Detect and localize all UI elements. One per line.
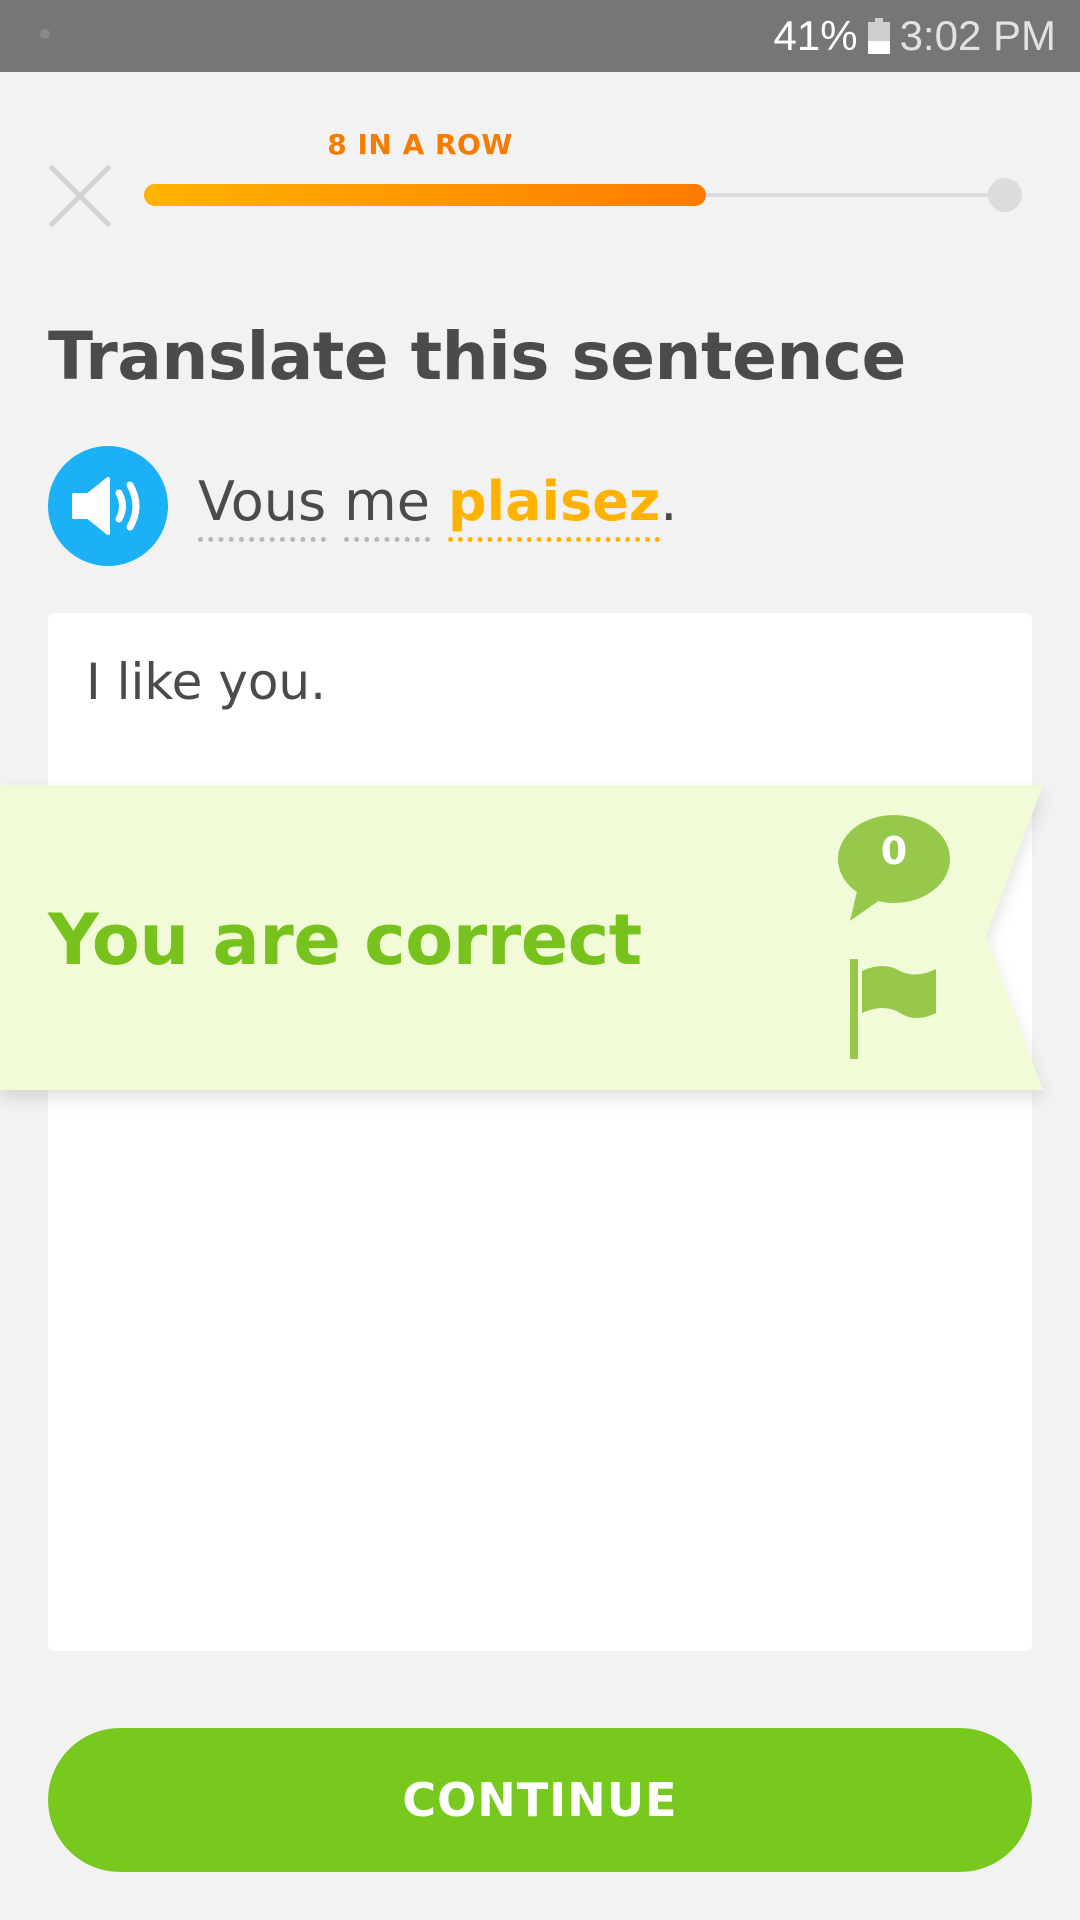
feedback-message: You are correct: [48, 899, 642, 981]
page-title: Translate this sentence: [48, 318, 906, 395]
status-time: 3:02 PM: [899, 12, 1056, 59]
play-audio-button[interactable]: [48, 446, 168, 566]
status-bar: 41% 3:02 PM: [0, 0, 1080, 72]
progress-end-marker: [988, 178, 1022, 212]
battery-icon: [867, 18, 890, 54]
discussion-count: 0: [880, 829, 908, 873]
correct-feedback-banner: You are correct 0: [0, 785, 1043, 1090]
continue-button[interactable]: CONTINUE: [48, 1728, 1032, 1872]
sentence-word-new[interactable]: plaisez: [447, 470, 661, 542]
source-sentence: Vous me plaisez .: [198, 470, 677, 542]
speaker-icon: [72, 477, 140, 535]
status-right: 41% 3:02 PM: [774, 10, 1056, 62]
answer-text-area[interactable]: I like you.: [48, 613, 1032, 1651]
notification-dot: [40, 29, 50, 39]
discussion-button[interactable]: 0: [836, 813, 952, 923]
streak-label: 8 IN A ROW: [327, 128, 513, 161]
battery-percent: 41%: [773, 12, 858, 59]
report-flag-button[interactable]: [844, 957, 940, 1061]
sentence-word[interactable]: Vous: [198, 470, 327, 542]
sentence-period: .: [660, 470, 678, 533]
flag-icon: [850, 959, 936, 1059]
sentence-word[interactable]: me: [344, 470, 430, 542]
close-icon[interactable]: [48, 164, 112, 228]
answer-text: I like you.: [86, 653, 327, 711]
progress-fill: [144, 184, 706, 206]
lesson-progress-bar: [144, 178, 1022, 212]
